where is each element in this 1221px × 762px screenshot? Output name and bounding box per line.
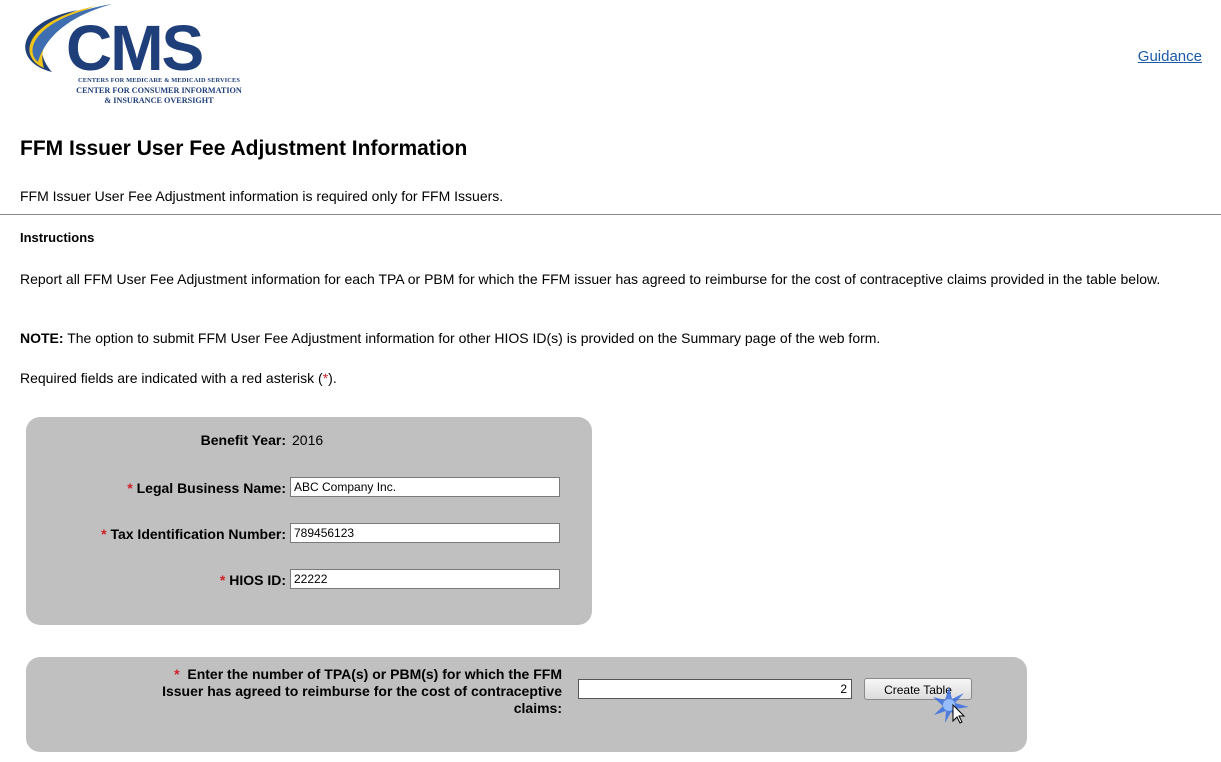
report-instructions: Report all FFM User Fee Adjustment infor… [20,271,1161,287]
tin-input[interactable] [290,523,560,543]
intro-text: FFM Issuer User Fee Adjustment informati… [20,188,504,204]
question-line-1: Enter the number of TPA(s) or PBM(s) for… [187,666,562,682]
hios-label: HIOS ID: [229,572,286,588]
note-body: The option to submit FFM User Fee Adjust… [63,330,881,346]
svg-text:CMS: CMS [66,12,203,84]
tpa-count-input[interactable] [578,679,852,699]
tin-row: * Tax Identification Number: [26,523,592,545]
hios-input[interactable] [290,569,560,589]
cms-logo: CMS CENTERS FOR MEDICARE & MEDICAID SERV… [8,2,258,114]
instructions-heading: Instructions [20,230,95,245]
issuer-info-panel: Benefit Year: 2016 * Legal Business Name… [26,417,592,625]
benefit-year-label: Benefit Year: [200,432,286,448]
required-asterisk: * [219,572,226,588]
tpa-count-label: * Enter the number of TPA(s) or PBM(s) f… [66,666,562,717]
question-line-2: Issuer has agreed to reimburse for the c… [162,683,562,699]
required-asterisk: * [101,526,107,542]
required-asterisk: * [174,666,180,682]
benefit-year-row: Benefit Year: 2016 [26,429,592,451]
tin-label: Tax Identification Number: [110,526,286,542]
logo-subtitle-2: CENTER FOR CONSUMER INFORMATION [76,86,242,95]
question-line-3: claims: [513,700,562,716]
divider [0,214,1221,215]
required-suffix: ). [328,370,337,386]
tpa-count-panel: * Enter the number of TPA(s) or PBM(s) f… [26,657,1027,752]
legal-name-input[interactable] [290,477,560,497]
benefit-year-value: 2016 [292,432,324,448]
required-prefix: Required fields are indicated with a red… [20,370,323,386]
logo-subtitle-1: CENTERS FOR MEDICARE & MEDICAID SERVICES [78,77,240,84]
hios-row: * HIOS ID: [26,569,592,591]
note-text: NOTE: The option to submit FFM User Fee … [20,330,880,347]
logo-subtitle-3: & INSURANCE OVERSIGHT [104,96,214,105]
mouse-cursor-icon [933,687,969,724]
legal-name-row: * Legal Business Name: [26,477,592,499]
note-label: NOTE: [20,330,64,346]
legal-name-label: Legal Business Name: [136,480,286,496]
page-title: FFM Issuer User Fee Adjustment Informati… [20,137,468,160]
required-asterisk: * [127,480,133,496]
required-fields-note: Required fields are indicated with a red… [20,370,337,387]
guidance-link[interactable]: Guidance [1138,48,1202,65]
